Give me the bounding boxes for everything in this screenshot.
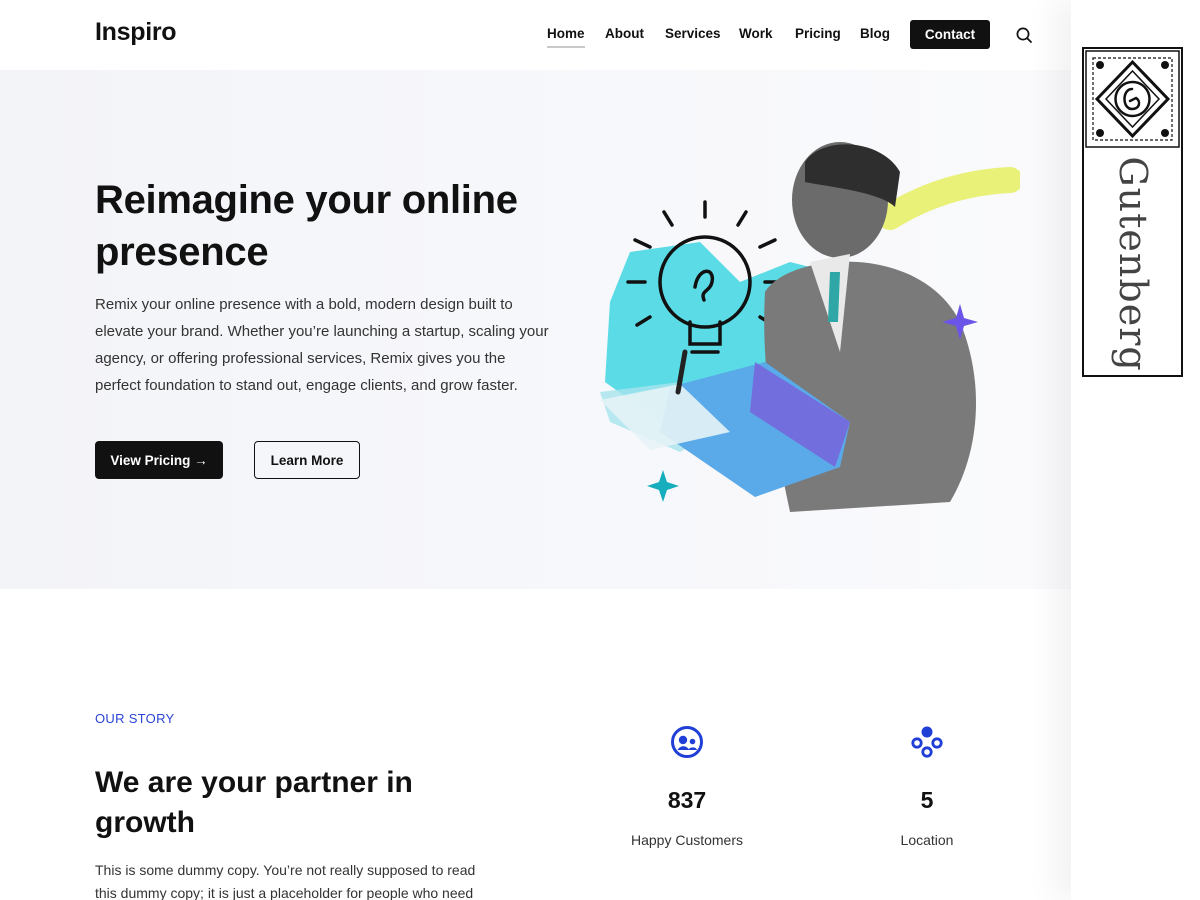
site-header: Inspiro Home About Services Work Pricing… — [0, 0, 1071, 70]
stat-label: Happy Customers — [630, 832, 744, 848]
stat-label: Location — [900, 832, 954, 848]
nav-about[interactable]: About — [605, 26, 644, 41]
nav-work[interactable]: Work — [739, 26, 773, 41]
nav-services[interactable]: Services — [665, 26, 721, 41]
hero-description: Remix your online presence with a bold, … — [95, 296, 549, 394]
view-pricing-button[interactable]: View Pricing → — [95, 441, 223, 479]
location-icon — [911, 726, 943, 758]
contact-button[interactable]: Contact — [910, 20, 990, 49]
story-title: We are your partner in growth — [95, 766, 413, 839]
hero-title: Reimagine your online presence — [95, 178, 518, 274]
ornament-icon — [1085, 50, 1180, 148]
story-eyebrow: OUR STORY — [95, 711, 175, 726]
stat-number: 5 — [920, 787, 934, 813]
learn-more-button[interactable]: Learn More — [254, 441, 360, 479]
badge-word: Gutenberg — [1110, 156, 1155, 372]
stat-happy-customers: 837 Happy Customers — [607, 725, 767, 848]
site-logo[interactable]: Inspiro — [95, 18, 177, 47]
stat-number: 837 — [667, 787, 707, 813]
hero-section: Reimagine your online presence Remix you… — [0, 70, 1071, 589]
nav-home[interactable]: Home — [547, 26, 585, 48]
stat-location: 5 Location — [847, 725, 1007, 848]
gutenberg-badge: Gutenberg — [1082, 47, 1183, 377]
happy-customers-icon — [671, 726, 703, 758]
hero-illustration — [600, 142, 1020, 512]
side-panel: Gutenberg — [1071, 0, 1200, 900]
site-page: Inspiro Home About Services Work Pricing… — [0, 0, 1071, 900]
nav-blog[interactable]: Blog — [860, 26, 890, 41]
nav-pricing[interactable]: Pricing — [795, 26, 841, 41]
search-icon[interactable] — [1013, 24, 1035, 46]
story-text: This is some dummy copy. You’re not real… — [95, 862, 476, 900]
